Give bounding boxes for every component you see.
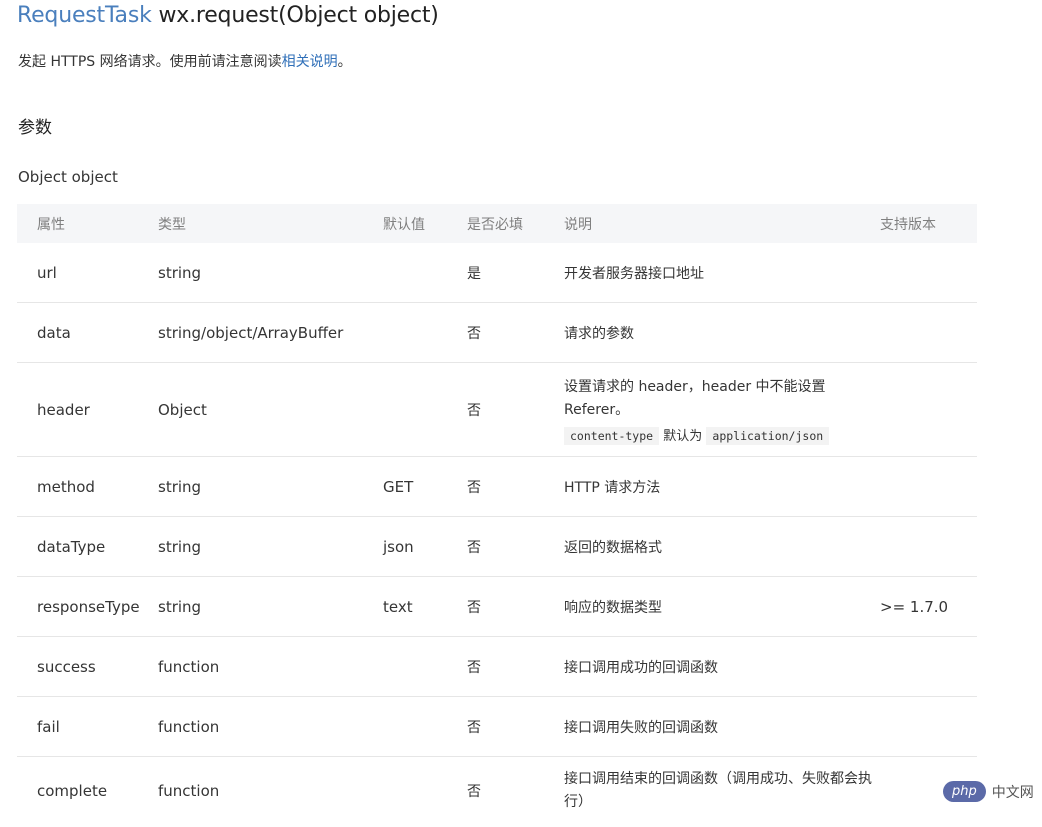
param-description: HTTP 请求方法	[564, 456, 880, 517]
param-type: string/object/ArrayBuffer	[158, 302, 383, 363]
param-type: string	[158, 516, 383, 577]
param-required: 否	[467, 696, 564, 757]
param-type: string	[158, 456, 383, 517]
related-docs-link[interactable]: 相关说明	[282, 54, 338, 70]
page-title: RequestTask wx.request(Object object)	[17, 3, 439, 28]
header-default: 默认值	[383, 204, 467, 243]
param-default	[383, 362, 467, 457]
param-name: header	[17, 362, 158, 457]
param-version	[880, 362, 977, 457]
param-description: 开发者服务器接口地址	[564, 243, 880, 303]
table-row: dataType string json 否 返回的数据格式	[17, 516, 977, 577]
param-required: 否	[467, 784, 481, 800]
table-row: fail function 否 接口调用失败的回调函数	[17, 696, 977, 757]
param-type: function	[158, 636, 383, 697]
param-type: function	[158, 696, 383, 757]
description-text: 发起 HTTPS 网络请求。使用前请注意阅读	[18, 54, 282, 70]
param-required: 否	[467, 636, 564, 697]
requesttask-link[interactable]: RequestTask	[17, 3, 152, 28]
header-default-note: content-type 默认为 application/json	[564, 425, 880, 445]
param-default	[383, 696, 467, 757]
params-heading: 参数	[18, 118, 52, 138]
param-required: 否	[467, 302, 564, 363]
table-row: url string 是 开发者服务器接口地址	[17, 243, 977, 303]
param-version	[880, 516, 977, 577]
param-type: string	[158, 243, 383, 303]
param-description: 请求的参数	[564, 302, 880, 363]
param-type: string	[158, 576, 383, 637]
watermark-text: 中文网	[991, 784, 1034, 801]
header-type: 类型	[158, 204, 383, 243]
param-name: data	[17, 302, 158, 363]
param-description: 接口调用成功的回调函数	[564, 636, 880, 697]
param-required: 否	[467, 362, 564, 457]
param-name: url	[17, 243, 158, 303]
param-description: 返回的数据格式	[564, 516, 880, 577]
param-description: 设置请求的 header，header 中不能设置 Referer。 conte…	[564, 362, 880, 457]
param-type: Object	[158, 362, 383, 457]
header-required: 是否必填	[467, 204, 564, 243]
watermark: php 中文网	[943, 781, 1034, 802]
application-json-code: application/json	[706, 426, 830, 445]
param-version	[880, 456, 977, 517]
param-required: 否	[467, 576, 564, 637]
title-signature: wx.request(Object object)	[158, 3, 439, 28]
param-name: fail	[17, 696, 158, 757]
param-name: responseType	[17, 576, 158, 637]
params-table: 属性 类型 默认值 是否必填 说明 支持版本 url string 是 开发者服…	[17, 204, 977, 825]
param-required: 否	[467, 516, 564, 577]
object-label: Object object	[18, 168, 118, 186]
param-name: complete	[37, 782, 108, 800]
table-row: header Object 否 设置请求的 header，header 中不能设…	[17, 362, 977, 457]
param-name: success	[17, 636, 158, 697]
header-description: 说明	[564, 204, 880, 243]
param-version	[880, 696, 977, 757]
param-description: 接口调用失败的回调函数	[564, 696, 880, 757]
table-row: responseType string text 否 响应的数据类型 >= 1.…	[17, 576, 977, 637]
content-type-code: content-type	[564, 426, 660, 445]
param-default: json	[383, 516, 467, 577]
param-description: 响应的数据类型	[564, 576, 880, 637]
header-version: 支持版本	[880, 204, 977, 243]
param-default	[383, 302, 467, 363]
param-default	[383, 243, 467, 303]
table-header-row: 属性 类型 默认值 是否必填 说明 支持版本	[17, 204, 977, 243]
param-required: 是	[467, 243, 564, 303]
default-is-label: 默认为	[663, 428, 703, 444]
param-version: >= 1.7.0	[880, 576, 977, 637]
param-description: 接口调用结束的回调函数（调用成功、失败都会执行）	[564, 771, 872, 810]
param-version	[880, 243, 977, 303]
api-description: 发起 HTTPS 网络请求。使用前请注意阅读相关说明。	[18, 51, 352, 71]
param-required: 否	[467, 456, 564, 517]
param-name: dataType	[17, 516, 158, 577]
php-logo: php	[943, 781, 986, 802]
header-attribute: 属性	[17, 204, 158, 243]
param-version	[880, 302, 977, 363]
table-row: method string GET 否 HTTP 请求方法	[17, 456, 977, 517]
param-default	[383, 636, 467, 697]
param-type: function	[158, 782, 220, 800]
param-default: GET	[383, 456, 467, 517]
param-name: method	[17, 456, 158, 517]
param-version	[880, 636, 977, 697]
table-row: data string/object/ArrayBuffer 否 请求的参数	[17, 302, 977, 363]
header-description-text: 设置请求的 header，header 中不能设置 Referer。	[564, 378, 826, 418]
description-suffix: 。	[337, 54, 352, 70]
param-default: text	[383, 576, 467, 637]
param-default	[383, 757, 467, 826]
table-row: success function 否 接口调用成功的回调函数	[17, 636, 977, 697]
table-row: complete function 否 接口调用结束的回调函数（调用成功、失败都…	[17, 757, 977, 826]
